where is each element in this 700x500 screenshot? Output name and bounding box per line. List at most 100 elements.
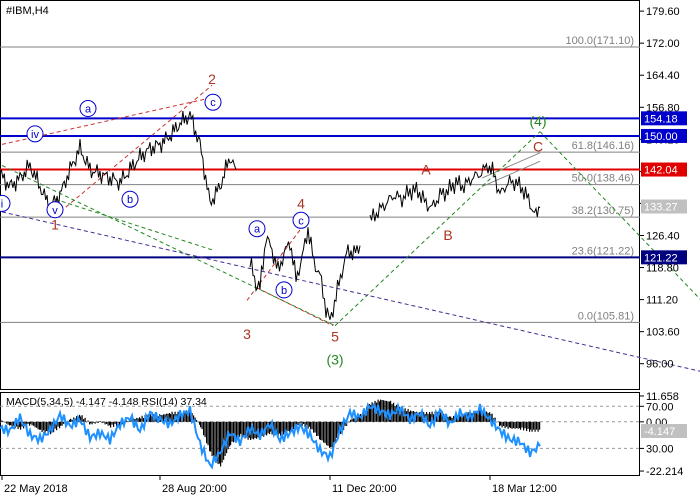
macd-histogram-bar bbox=[33, 421, 35, 426]
macd-histogram-bar bbox=[287, 421, 289, 432]
wave-label: (4) bbox=[529, 113, 546, 129]
indicator-tick-label: 70.00 bbox=[646, 401, 674, 413]
macd-histogram-bar bbox=[297, 421, 299, 426]
macd-histogram-bar bbox=[327, 421, 329, 446]
macd-histogram-bar bbox=[30, 421, 32, 424]
macd-histogram-bar bbox=[100, 421, 102, 422]
wave-label: C bbox=[533, 139, 543, 155]
macd-histogram-bar bbox=[503, 421, 505, 427]
wave-label: c bbox=[298, 215, 304, 227]
macd-histogram-bar bbox=[506, 421, 508, 427]
macd-histogram-bar bbox=[316, 421, 318, 436]
macd-histogram-bar bbox=[330, 421, 332, 448]
macd-histogram-bar bbox=[90, 421, 92, 424]
macd-histogram-bar bbox=[510, 421, 512, 429]
macd-histogram-bar bbox=[96, 421, 98, 423]
macd-histogram-bar bbox=[501, 421, 503, 428]
macd-histogram-bar bbox=[280, 421, 282, 436]
macd-histogram-bar bbox=[140, 418, 142, 422]
macd-histogram-bar bbox=[516, 421, 518, 429]
macd-histogram-bar bbox=[221, 421, 223, 463]
macd-histogram-bar bbox=[351, 418, 353, 422]
macd-histogram-bar bbox=[406, 411, 408, 422]
macd-histogram-bar bbox=[143, 417, 145, 422]
macd-histogram-bar bbox=[497, 421, 499, 423]
macd-histogram-bar bbox=[107, 421, 109, 426]
macd-histogram-bar bbox=[137, 418, 139, 422]
wave-label: 2 bbox=[208, 71, 216, 87]
macd-histogram-bar bbox=[7, 421, 9, 425]
macd-histogram-bar bbox=[474, 412, 476, 422]
macd-histogram-bar bbox=[496, 421, 498, 423]
macd-histogram-bar bbox=[84, 417, 86, 422]
wave-label: iv bbox=[31, 129, 39, 141]
macd-histogram-bar bbox=[530, 421, 532, 430]
indicator-tick-label: -22.214 bbox=[646, 466, 683, 478]
price-tick-label: 96.00 bbox=[646, 359, 674, 371]
fib-level-label: 61.8(146.16) bbox=[572, 140, 634, 152]
wave-label: A bbox=[421, 162, 431, 178]
macd-histogram-bar bbox=[43, 421, 45, 431]
macd-histogram-bar bbox=[311, 421, 313, 430]
macd-histogram-bar bbox=[243, 421, 245, 436]
macd-histogram-bar bbox=[507, 421, 509, 429]
time-axis: 22 May 2018 28 Aug 20:00 11 Dec 20:00 18 Ma… bbox=[1, 476, 557, 495]
macd-histogram-bar bbox=[539, 421, 541, 430]
macd-histogram-bar bbox=[1, 420, 3, 422]
macd-histogram-bar bbox=[83, 419, 85, 422]
wave-label: a bbox=[85, 104, 92, 116]
macd-histogram-bar bbox=[347, 421, 349, 423]
fib-level-label: 100.0(171.10) bbox=[566, 35, 635, 47]
macd-histogram-bar bbox=[213, 421, 215, 456]
macd-histogram-bar bbox=[184, 413, 186, 422]
time-tick-label: 22 May 2018 bbox=[4, 483, 68, 495]
indicator-value-label: -4.147 bbox=[644, 426, 675, 438]
macd-histogram-bar bbox=[37, 421, 39, 430]
wave-label: b bbox=[281, 285, 287, 297]
price-tick-label: 111.20 bbox=[646, 295, 678, 307]
wave-label: 5 bbox=[331, 328, 339, 344]
macd-histogram-bar bbox=[127, 421, 129, 423]
macd-histogram-bar bbox=[224, 421, 226, 456]
wave-label: i bbox=[1, 198, 3, 210]
macd-histogram-bar bbox=[323, 421, 325, 443]
macd-histogram-bar bbox=[313, 421, 315, 433]
macd-histogram-bar bbox=[324, 421, 326, 444]
macd-histogram-bar bbox=[320, 421, 322, 440]
macd-histogram-bar bbox=[511, 421, 513, 429]
macd-histogram-bar bbox=[534, 421, 536, 432]
macd-histogram-bar bbox=[70, 418, 72, 422]
fib-level-label: 38.2(130.75) bbox=[572, 205, 634, 217]
price-axis: 179.60172.00164.40156.80149.20141.60134.… bbox=[640, 6, 687, 371]
macd-histogram-bar bbox=[196, 420, 198, 422]
macd-histogram-bar bbox=[531, 421, 533, 432]
macd-histogram-bar bbox=[440, 412, 442, 422]
price-tick-label: 103.60 bbox=[646, 327, 680, 339]
macd-histogram-bar bbox=[331, 421, 333, 448]
macd-histogram-bar bbox=[504, 421, 506, 429]
price-level-tag-label: 150.00 bbox=[644, 131, 678, 143]
wave-label: 4 bbox=[297, 195, 305, 211]
macd-histogram-bar bbox=[197, 421, 199, 423]
macd-histogram-bar bbox=[6, 421, 8, 424]
macd-histogram-bar bbox=[36, 421, 38, 428]
macd-histogram-bar bbox=[44, 421, 46, 433]
macd-histogram-bar bbox=[141, 415, 143, 422]
macd-histogram-bar bbox=[500, 421, 502, 426]
wave-label: b bbox=[127, 194, 133, 206]
macd-histogram-bar bbox=[231, 421, 233, 442]
wave-label: 1 bbox=[51, 217, 59, 233]
price-level-tag-label: 154.18 bbox=[644, 113, 678, 125]
macd-histogram-bar bbox=[103, 421, 105, 423]
macd-histogram-bar bbox=[27, 421, 29, 424]
macd-histogram-bar bbox=[81, 415, 83, 422]
price-tick-label: 126.40 bbox=[646, 230, 680, 242]
macd-histogram-bar bbox=[167, 413, 169, 422]
macd-histogram-bar bbox=[204, 421, 206, 438]
macd-histogram-bar bbox=[4, 421, 6, 423]
time-tick-label: 18 Mar 12:00 bbox=[492, 483, 557, 495]
macd-histogram-bar bbox=[34, 421, 36, 428]
macd-histogram-bar bbox=[203, 421, 205, 436]
macd-histogram-bar bbox=[353, 418, 355, 422]
macd-histogram-bar bbox=[533, 421, 535, 430]
